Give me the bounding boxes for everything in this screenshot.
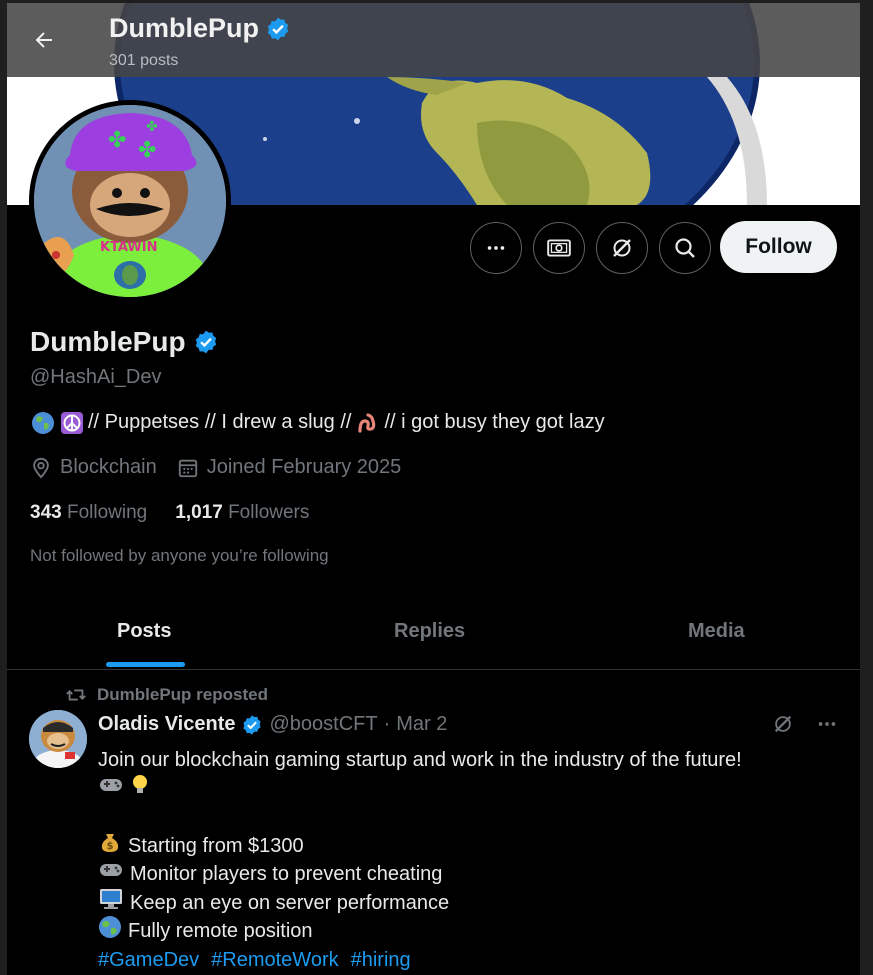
following-count: 343: [30, 502, 62, 523]
post-author-name[interactable]: Oladis Vicente: [98, 713, 235, 736]
post-text-line-1: Join our blockchain gaming startup and w…: [98, 749, 742, 771]
post-author-avatar[interactable]: [29, 710, 87, 768]
svg-text:✤: ✤: [146, 119, 158, 135]
header-title: DumblePup: [109, 13, 291, 44]
profile-bio: // Puppetses // I drew a slug // // i go…: [30, 410, 605, 435]
location: Blockchain: [30, 456, 157, 479]
globe-emoji-icon: [98, 915, 122, 948]
post-header: Oladis Vicente @boostCFT · Mar 2: [98, 713, 447, 736]
profile-avatar[interactable]: ✤ ✤ ✤ KTAWIN: [29, 100, 231, 302]
money-icon: [547, 239, 571, 257]
tab-media[interactable]: Media: [688, 620, 745, 643]
svg-text:KTAWIN: KTAWIN: [100, 240, 157, 255]
followed-by-text: Not followed by anyone you’re following: [30, 546, 329, 565]
post-line-salary: $ Starting from $1300: [98, 832, 838, 861]
repost-indicator: DumblePup reposted: [65, 684, 268, 706]
post-date[interactable]: Mar 2: [396, 713, 447, 736]
post-top-actions: [772, 713, 838, 735]
tab-posts[interactable]: Posts: [117, 620, 171, 643]
following-link[interactable]: 343 Following: [30, 502, 147, 524]
post-line-monitor: Monitor players to prevent cheating: [98, 860, 838, 889]
subscribe-button[interactable]: [533, 222, 585, 274]
verified-badge-icon[interactable]: [193, 329, 219, 355]
profile-tabs: Posts Replies Media: [7, 602, 860, 670]
gamepad-emoji-icon: [98, 774, 124, 805]
join-date-text: Joined February 2025: [206, 456, 402, 478]
globe-emoji-icon: [30, 410, 55, 435]
post-count: 301 posts: [109, 52, 179, 69]
repost-text[interactable]: DumblePup reposted: [97, 685, 268, 705]
post-line-remote: Fully remote position: [98, 915, 838, 948]
bio-text-2: // i got busy they got lazy: [384, 411, 605, 433]
search-button[interactable]: [659, 222, 711, 274]
verified-badge-icon: [267, 17, 289, 40]
svg-text:✤: ✤: [138, 138, 156, 163]
more-button[interactable]: [470, 222, 522, 274]
grok-icon: [613, 239, 631, 257]
search-icon: [675, 238, 695, 258]
profile-name: DumblePup: [30, 326, 219, 358]
profile-meta: Blockchain Joined February 2025: [30, 456, 421, 479]
followers-count: 1,017: [175, 502, 223, 523]
post-line-blank: [98, 803, 838, 832]
post-text-line-3: Monitor players to prevent cheating: [130, 863, 443, 885]
worm-emoji-icon: [355, 410, 380, 435]
post-line-emojis: [98, 773, 838, 806]
follow-button[interactable]: Follow: [720, 221, 837, 273]
bio-text-1: // Puppetses // I drew a slug //: [88, 411, 352, 433]
post-line-server: Keep an eye on server performance: [98, 888, 838, 918]
grok-icon[interactable]: [772, 713, 794, 735]
post-text-line-2: Starting from $1300: [128, 834, 304, 857]
location-text: Blockchain: [60, 456, 157, 478]
money-bag-emoji-icon: $: [98, 830, 122, 863]
followers-link[interactable]: 1,017 Followers: [175, 502, 309, 524]
active-tab-indicator: [106, 662, 185, 667]
profile-page: DumblePup 301 posts ✤ ✤ ✤ KTAWIN Follow …: [7, 3, 860, 975]
hashtag-link[interactable]: #hiring: [351, 946, 411, 975]
post-hashtags: #GameDev #RemoteWork #hiring: [98, 946, 838, 975]
svg-text:$: $: [107, 841, 114, 852]
display-name: DumblePup: [30, 326, 186, 357]
join-date: Joined February 2025: [177, 456, 402, 479]
hashtag-link[interactable]: #RemoteWork: [211, 946, 338, 975]
hashtag-link[interactable]: #GameDev: [98, 946, 199, 975]
window-edge: [860, 0, 873, 975]
calendar-icon: [178, 459, 197, 477]
repost-icon: [66, 689, 86, 701]
post-text-line-4: Keep an eye on server performance: [130, 891, 450, 914]
lightbulb-emoji-icon: [130, 773, 150, 806]
gamepad-emoji-icon: [98, 859, 124, 890]
header-display-name: DumblePup: [109, 13, 260, 43]
more-horizontal-icon: [487, 246, 505, 250]
post-separator: ·: [383, 713, 391, 735]
following-label: Following: [66, 502, 148, 523]
followers-label: Followers: [228, 502, 310, 523]
more-horizontal-icon[interactable]: [816, 713, 838, 735]
verified-badge-icon: [243, 714, 262, 735]
location-pin-icon: [33, 457, 49, 479]
profile-header-bar: DumblePup 301 posts: [7, 3, 860, 77]
svg-text:✤: ✤: [108, 128, 126, 153]
post-line-intro: Join our blockchain gaming startup and w…: [98, 746, 838, 775]
tab-replies[interactable]: Replies: [394, 620, 465, 643]
peace-emoji-icon: [59, 410, 84, 435]
arrow-left-icon: [35, 32, 52, 48]
post-body: Join our blockchain gaming startup and w…: [98, 746, 838, 974]
follow-stats: 343 Following 1,017 Followers: [30, 502, 309, 524]
grok-button[interactable]: [596, 222, 648, 274]
profile-handle: @HashAi_Dev: [30, 366, 162, 388]
back-button[interactable]: [27, 23, 61, 57]
post-text-line-5: Fully remote position: [128, 920, 313, 942]
post-author-handle[interactable]: @boostCFT: [269, 713, 377, 736]
